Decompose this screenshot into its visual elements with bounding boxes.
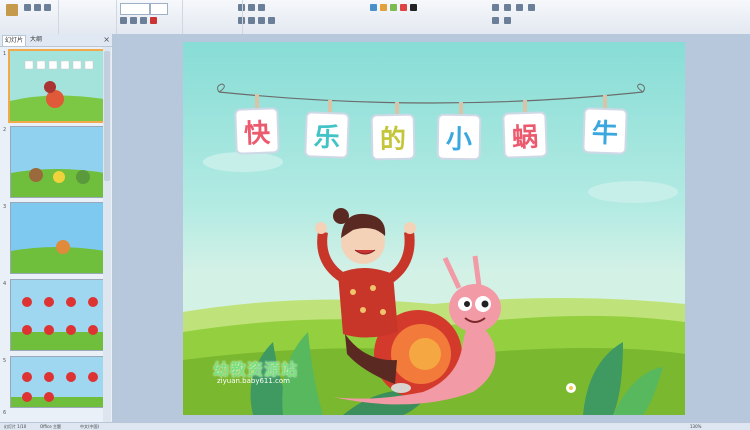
arrange-icon[interactable]	[380, 4, 387, 11]
font-group	[58, 0, 168, 34]
reset-icon[interactable]	[504, 17, 511, 24]
title-char: 蜗	[511, 122, 539, 153]
panel-scrollbar[interactable]	[103, 47, 111, 422]
slide-number: 4	[3, 281, 7, 287]
panel-tabs: 幻灯片 大纲 ×	[0, 34, 112, 47]
shape-outline-icon[interactable]	[410, 4, 417, 11]
slide-number: 3	[3, 204, 7, 210]
slide-number: 5	[3, 358, 7, 364]
layout-icon[interactable]	[492, 17, 499, 24]
select-icon[interactable]	[516, 4, 523, 11]
title-card-3: 的	[370, 113, 416, 161]
format-painter-icon[interactable]	[44, 4, 51, 11]
title-char: 乐	[313, 122, 341, 153]
slide-thumbnail-3[interactable]	[10, 202, 106, 274]
find-icon[interactable]	[492, 4, 499, 11]
scrollbar-thumb[interactable]	[104, 51, 110, 181]
slide-number: 6	[3, 410, 7, 416]
tab-slides[interactable]: 幻灯片	[2, 35, 27, 46]
editing-group	[242, 0, 535, 34]
tab-outline[interactable]: 大纲	[28, 35, 44, 45]
paragraph-group	[116, 0, 275, 34]
current-slide[interactable]: 快 乐 的 小 蜗 牛 幼教资源站 ziyuan.baby611.com	[183, 42, 685, 415]
panel-close-icon[interactable]: ×	[103, 35, 110, 45]
title-card-5: 蜗	[502, 111, 548, 159]
title-card-4: 小	[436, 113, 482, 161]
thumbnail-art	[11, 203, 105, 273]
copy-icon[interactable]	[34, 4, 41, 11]
slide-number: 2	[3, 127, 7, 133]
shape-fill-icon[interactable]	[400, 4, 407, 11]
quick-styles-icon[interactable]	[390, 4, 397, 11]
cut-icon[interactable]	[24, 4, 31, 11]
title-char: 小	[445, 124, 473, 155]
title-card-2: 乐	[304, 111, 350, 159]
clipboard-group	[0, 0, 59, 34]
replace-icon[interactable]	[504, 4, 511, 11]
thumbnail-art	[11, 280, 105, 350]
slide-thumbnail-5[interactable]	[10, 356, 106, 408]
ribbon-toolbar	[0, 0, 750, 35]
title-card-6: 牛	[582, 107, 628, 155]
slides-panel: 幻灯片 大纲 × 1 2 3 4 5 6	[0, 34, 113, 422]
slide-thumbnail-4[interactable]	[10, 279, 106, 351]
paste-icon[interactable]	[6, 4, 18, 16]
zoom-icon[interactable]	[528, 4, 535, 11]
title-char: 牛	[591, 118, 619, 149]
title-char: 快	[243, 118, 271, 149]
slide-editor: 快 乐 的 小 蜗 牛 幼教资源站 ziyuan.baby611.com	[113, 34, 750, 422]
thumbnail-art	[11, 357, 105, 407]
thumbnail-art	[11, 127, 105, 197]
title-char: 的	[379, 124, 407, 155]
shapes-icon[interactable]	[370, 4, 377, 11]
title-card-1: 快	[234, 107, 280, 155]
drawing-group	[182, 0, 417, 34]
slide-thumbnail-2[interactable]	[10, 126, 106, 198]
watermark-url: ziyuan.baby611.com	[217, 377, 291, 385]
thumbnail-art	[10, 51, 104, 121]
slide-number: 1	[3, 51, 7, 57]
slide-thumbnail-1[interactable]	[8, 49, 106, 123]
